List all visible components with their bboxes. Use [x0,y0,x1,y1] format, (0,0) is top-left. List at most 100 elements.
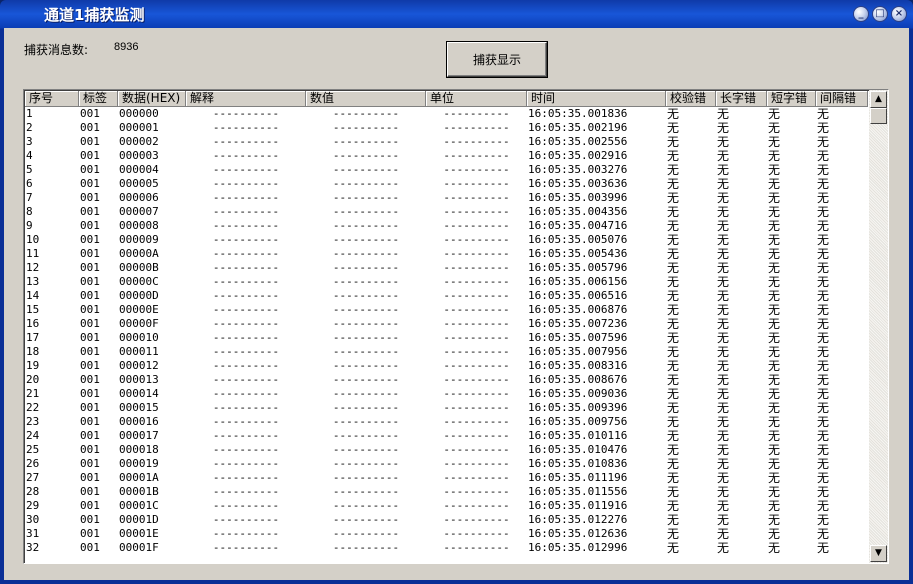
cell-short-word-error: 无 [768,373,781,387]
header-col-short-word-error[interactable]: 短字错 [767,91,816,107]
title-bar[interactable]: 通道1捕获监测 _ □ × [0,0,913,28]
table-row[interactable]: 29 001 00001C ---------- ---------- ---------… [25,499,868,513]
table-row[interactable]: 30 001 00001D ---------- ---------- ---------… [25,513,868,527]
table-row[interactable]: 21 001 000014 ---------- ---------- ---------… [25,387,868,401]
capture-list[interactable]: 序号 标签 数据(HEX) 解释 数值 单位 时间 校验错 长字错 短字错 间隔错 1 001 0000… [23,89,889,564]
table-row[interactable]: 20 001 000013 ---------- ---------- ---------… [25,373,868,387]
table-row[interactable]: 28 001 00001B ---------- ---------- ---------… [25,485,868,499]
header-col-long-word-error[interactable]: 长字错 [716,91,767,107]
table-row[interactable]: 22 001 000015 ---------- ---------- ---------… [25,401,868,415]
cell-index: 23 [26,415,40,428]
table-row[interactable]: 2 001 000001 ---------- ---------- ----------… [25,121,868,135]
table-row[interactable]: 3 001 000002 ---------- ---------- ----------… [25,135,868,149]
table-row[interactable]: 12 001 00000B ---------- ---------- ---------… [25,261,868,275]
header-col-gap-error[interactable]: 间隔错 [816,91,868,107]
close-button[interactable]: × [891,6,907,22]
cell-explain: ---------- [212,429,280,442]
maximize-button[interactable]: □ [872,6,888,22]
header-col-unit[interactable]: 单位 [426,91,527,107]
cell-parity-error: 无 [667,359,680,373]
cell-explain: ---------- [212,121,280,134]
cell-short-word-error: 无 [768,247,781,261]
header-col-parity-error[interactable]: 校验错 [666,91,716,107]
cell-short-word-error: 无 [768,499,781,513]
cell-index: 14 [26,289,40,302]
table-row[interactable]: 19 001 000012 ---------- ---------- ---------… [25,359,868,373]
table-row[interactable]: 5 001 000004 ---------- ---------- ----------… [25,163,868,177]
cell-index: 21 [26,387,40,400]
table-row[interactable]: 31 001 00001E ---------- ---------- ---------… [25,527,868,541]
table-row[interactable]: 15 001 00000E ---------- ---------- ---------… [25,303,868,317]
table-row[interactable]: 8 001 000007 ---------- ---------- ----------… [25,205,868,219]
table-row[interactable]: 18 001 000011 ---------- ---------- ---------… [25,345,868,359]
cell-value: ---------- [332,177,400,190]
cell-short-word-error: 无 [768,429,781,443]
cell-index: 6 [26,177,33,190]
cell-gap-error: 无 [817,233,830,247]
cell-explain: ---------- [212,541,280,554]
cell-unit: ---------- [443,163,510,176]
cell-data-hex: 000001 [119,121,159,134]
table-row[interactable]: 17 001 000010 ---------- ---------- ---------… [25,331,868,345]
capture-display-button[interactable]: 捕获显示 [447,42,547,77]
cell-value: ---------- [332,541,400,554]
cell-time: 16:05:35.004716 [528,219,628,232]
cell-parity-error: 无 [667,457,680,471]
header-col-explain[interactable]: 解释 [186,91,306,107]
scroll-down-button[interactable]: ▼ [870,545,887,562]
cell-short-word-error: 无 [768,191,781,205]
vertical-scrollbar[interactable]: ▲ ▼ [869,90,888,563]
cell-data-hex: 00001A [119,471,159,484]
table-row[interactable]: 26 001 000019 ---------- ---------- ---------… [25,457,868,471]
table-row[interactable]: 13 001 00000C ---------- ---------- ---------… [25,275,868,289]
cell-explain: ---------- [212,331,280,344]
cell-parity-error: 无 [667,247,680,261]
minimize-button[interactable]: _ [853,6,869,22]
cell-long-word-error: 无 [717,499,730,513]
cell-tag: 001 [80,163,100,176]
header-col-index[interactable]: 序号 [25,91,79,107]
cell-time: 16:05:35.005436 [528,247,628,260]
table-row[interactable]: 32 001 00001F ---------- ---------- ---------… [25,541,868,555]
cell-long-word-error: 无 [717,457,730,471]
cell-index: 1 [26,107,33,120]
table-row[interactable]: 9 001 000008 ---------- ---------- ----------… [25,219,868,233]
header-col-time[interactable]: 时间 [527,91,666,107]
cell-long-word-error: 无 [717,373,730,387]
cell-short-word-error: 无 [768,387,781,401]
table-row[interactable]: 10 001 000009 ---------- ---------- ---------… [25,233,868,247]
header-col-data-hex[interactable]: 数据(HEX) [118,91,186,107]
cell-value: ---------- [332,233,400,246]
header-col-value[interactable]: 数值 [306,91,426,107]
scroll-up-button[interactable]: ▲ [870,91,887,108]
scroll-thumb[interactable] [870,108,887,124]
table-row[interactable]: 23 001 000016 ---------- ---------- ---------… [25,415,868,429]
table-row[interactable]: 7 001 000006 ---------- ---------- ----------… [25,191,868,205]
table-row[interactable]: 1 001 000000 ---------- ---------- ----------… [25,107,868,121]
table-row[interactable]: 27 001 00001A ---------- ---------- ---------… [25,471,868,485]
cell-tag: 001 [80,233,100,246]
cell-index: 27 [26,471,40,484]
table-row[interactable]: 6 001 000005 ---------- ---------- ----------… [25,177,868,191]
table-row[interactable]: 25 001 000018 ---------- ---------- ---------… [25,443,868,457]
cell-gap-error: 无 [817,471,830,485]
cell-short-word-error: 无 [768,303,781,317]
table-row[interactable]: 16 001 00000F ---------- ---------- ---------… [25,317,868,331]
table-row[interactable]: 24 001 000017 ---------- ---------- ---------… [25,429,868,443]
table-row[interactable]: 4 001 000003 ---------- ---------- ----------… [25,149,868,163]
cell-value: ---------- [332,205,400,218]
cell-short-word-error: 无 [768,177,781,191]
cell-time: 16:05:35.001836 [528,107,628,120]
cell-data-hex: 00000E [119,303,159,316]
cell-explain: ---------- [212,471,280,484]
table-row[interactable]: 11 001 00000A ---------- ---------- ---------… [25,247,868,261]
cell-long-word-error: 无 [717,163,730,177]
table-row[interactable]: 14 001 00000D ---------- ---------- ---------… [25,289,868,303]
cell-short-word-error: 无 [768,471,781,485]
cell-short-word-error: 无 [768,135,781,149]
cell-value: ---------- [332,219,400,232]
header-col-tag[interactable]: 标签 [79,91,118,107]
cell-long-word-error: 无 [717,219,730,233]
cell-index: 32 [26,541,40,554]
cell-short-word-error: 无 [768,485,781,499]
